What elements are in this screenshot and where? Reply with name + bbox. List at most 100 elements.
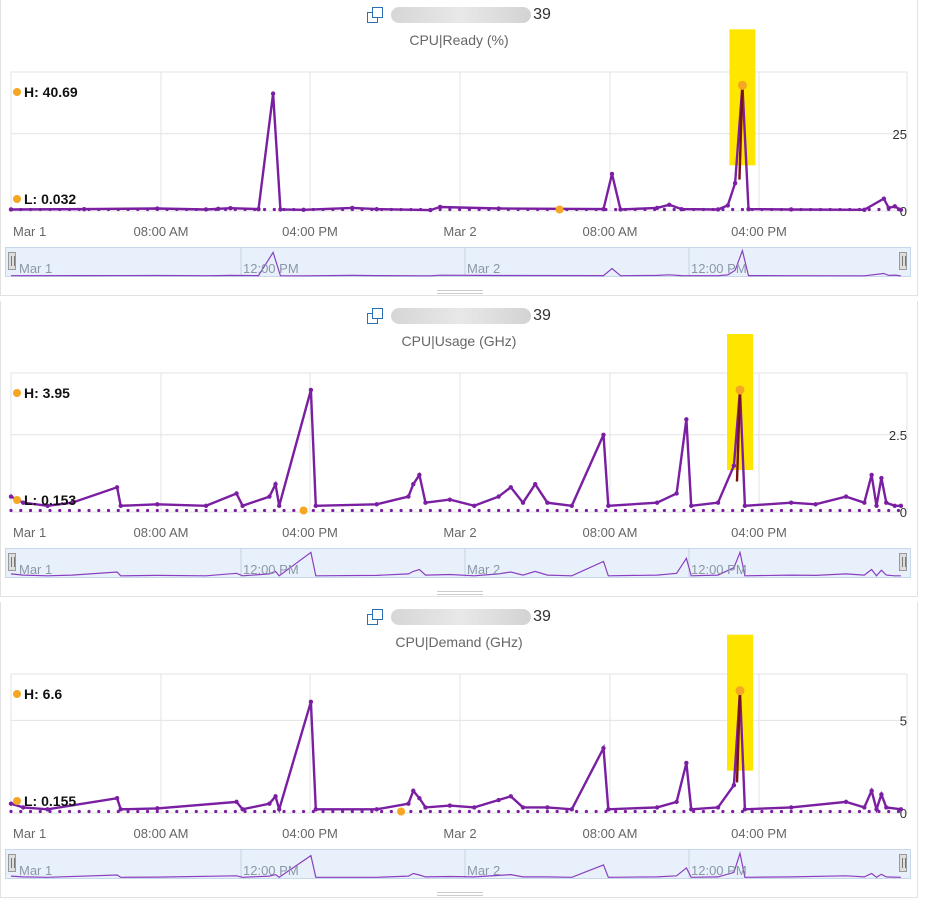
data-point [311,508,315,513]
data-point [654,805,660,810]
navigator-right-handle[interactable] [899,252,907,270]
data-point [594,207,598,212]
data-point [389,207,393,212]
data-point [360,508,364,513]
data-point [253,809,257,814]
data-point [623,207,628,212]
data-point [228,206,233,211]
time-range-navigator[interactable]: Mar 1 12:00 PM Mar 2 12:00 PM [5,548,911,578]
data-point [750,809,754,814]
data-point [447,497,453,502]
data-point [155,502,160,507]
data-point [243,207,247,212]
data-point [262,508,267,513]
data-point [467,207,471,212]
data-point [48,809,52,814]
data-point [417,472,422,478]
data-point [818,809,823,814]
navigator-left-handle[interactable] [8,553,16,571]
data-point [406,801,411,806]
navigator-left-handle[interactable] [8,252,16,270]
data-point [789,809,793,814]
data-point [77,809,81,814]
data-point [458,508,462,513]
x-tick-label: Mar 1 [13,826,46,841]
time-range-navigator[interactable]: Mar 1 12:00 PM Mar 2 12:00 PM [5,247,911,277]
time-range-navigator[interactable]: Mar 1 12:00 PM Mar 2 12:00 PM [5,849,911,879]
data-point [374,206,379,212]
panel-resize-splitter[interactable] [437,290,483,294]
data-point [8,494,14,499]
data-point [496,797,501,803]
data-point [604,508,608,513]
data-point [892,204,898,209]
high-legend-dot [13,690,21,698]
data-point [662,207,667,212]
data-point [136,508,140,513]
x-tick-label: 04:00 PM [282,525,338,540]
data-point [48,207,52,212]
data-point [633,809,637,814]
data-point [438,207,442,212]
panel-resize-splitter[interactable] [437,591,483,595]
navigator-sparkline: Mar 1 12:00 PM Mar 2 12:00 PM [10,247,901,277]
data-point [273,482,278,487]
data-point [477,809,481,814]
data-point [292,809,296,814]
data-point [19,508,23,513]
navigator-tick-label: 12:00 PM [243,562,299,577]
data-point [145,207,150,212]
data-point [204,207,208,212]
data-point [428,207,432,212]
data-point [584,207,588,212]
data-point [447,803,453,808]
data-point [809,508,813,513]
data-point [506,207,510,212]
data-point [428,809,432,814]
data-point [789,207,793,212]
data-point [643,207,647,212]
navigator-right-handle[interactable] [899,854,907,872]
data-point [243,508,247,513]
x-tick-label: 04:00 PM [282,826,338,841]
data-point [253,207,257,212]
data-point [67,508,72,513]
panel-resize-splitter[interactable] [437,892,483,896]
data-point [682,508,686,513]
data-point [887,508,891,513]
x-tick-label: 08:00 AM [583,525,638,540]
data-point [270,91,276,96]
data-point [472,805,477,810]
data-point [575,207,579,212]
data-point [867,508,871,513]
data-point [48,508,52,513]
data-point [379,207,384,212]
data-point [867,207,871,212]
x-tick-label: 08:00 AM [134,224,189,239]
high-marker [735,686,745,696]
data-point [448,508,452,513]
data-point [770,809,774,814]
navigator-left-handle[interactable] [8,854,16,872]
data-point [458,207,462,212]
low-legend-dot [13,496,21,504]
data-point [267,494,272,499]
data-point [877,809,881,814]
data-point [828,508,832,513]
data-point [684,417,689,422]
data-point [779,809,784,814]
data-point [9,809,13,814]
low-value-label: L: 0.155 [24,793,76,809]
data-point [896,809,901,814]
navigator-tick-label: 12:00 PM [243,863,299,878]
x-tick-label: 04:00 PM [731,826,787,841]
navigator-tick-label: Mar 1 [19,863,52,878]
data-point [879,792,884,797]
data-point [874,503,879,509]
data-point [145,809,150,814]
navigator-right-handle[interactable] [899,553,907,571]
data-point [116,809,120,814]
data-point [862,207,867,212]
metric-chart-panel: 39 CPU|Usage (GHz) 0 2.5 H: 3.95 L: 0.153 Mar … [0,301,918,597]
data-point [233,508,237,513]
